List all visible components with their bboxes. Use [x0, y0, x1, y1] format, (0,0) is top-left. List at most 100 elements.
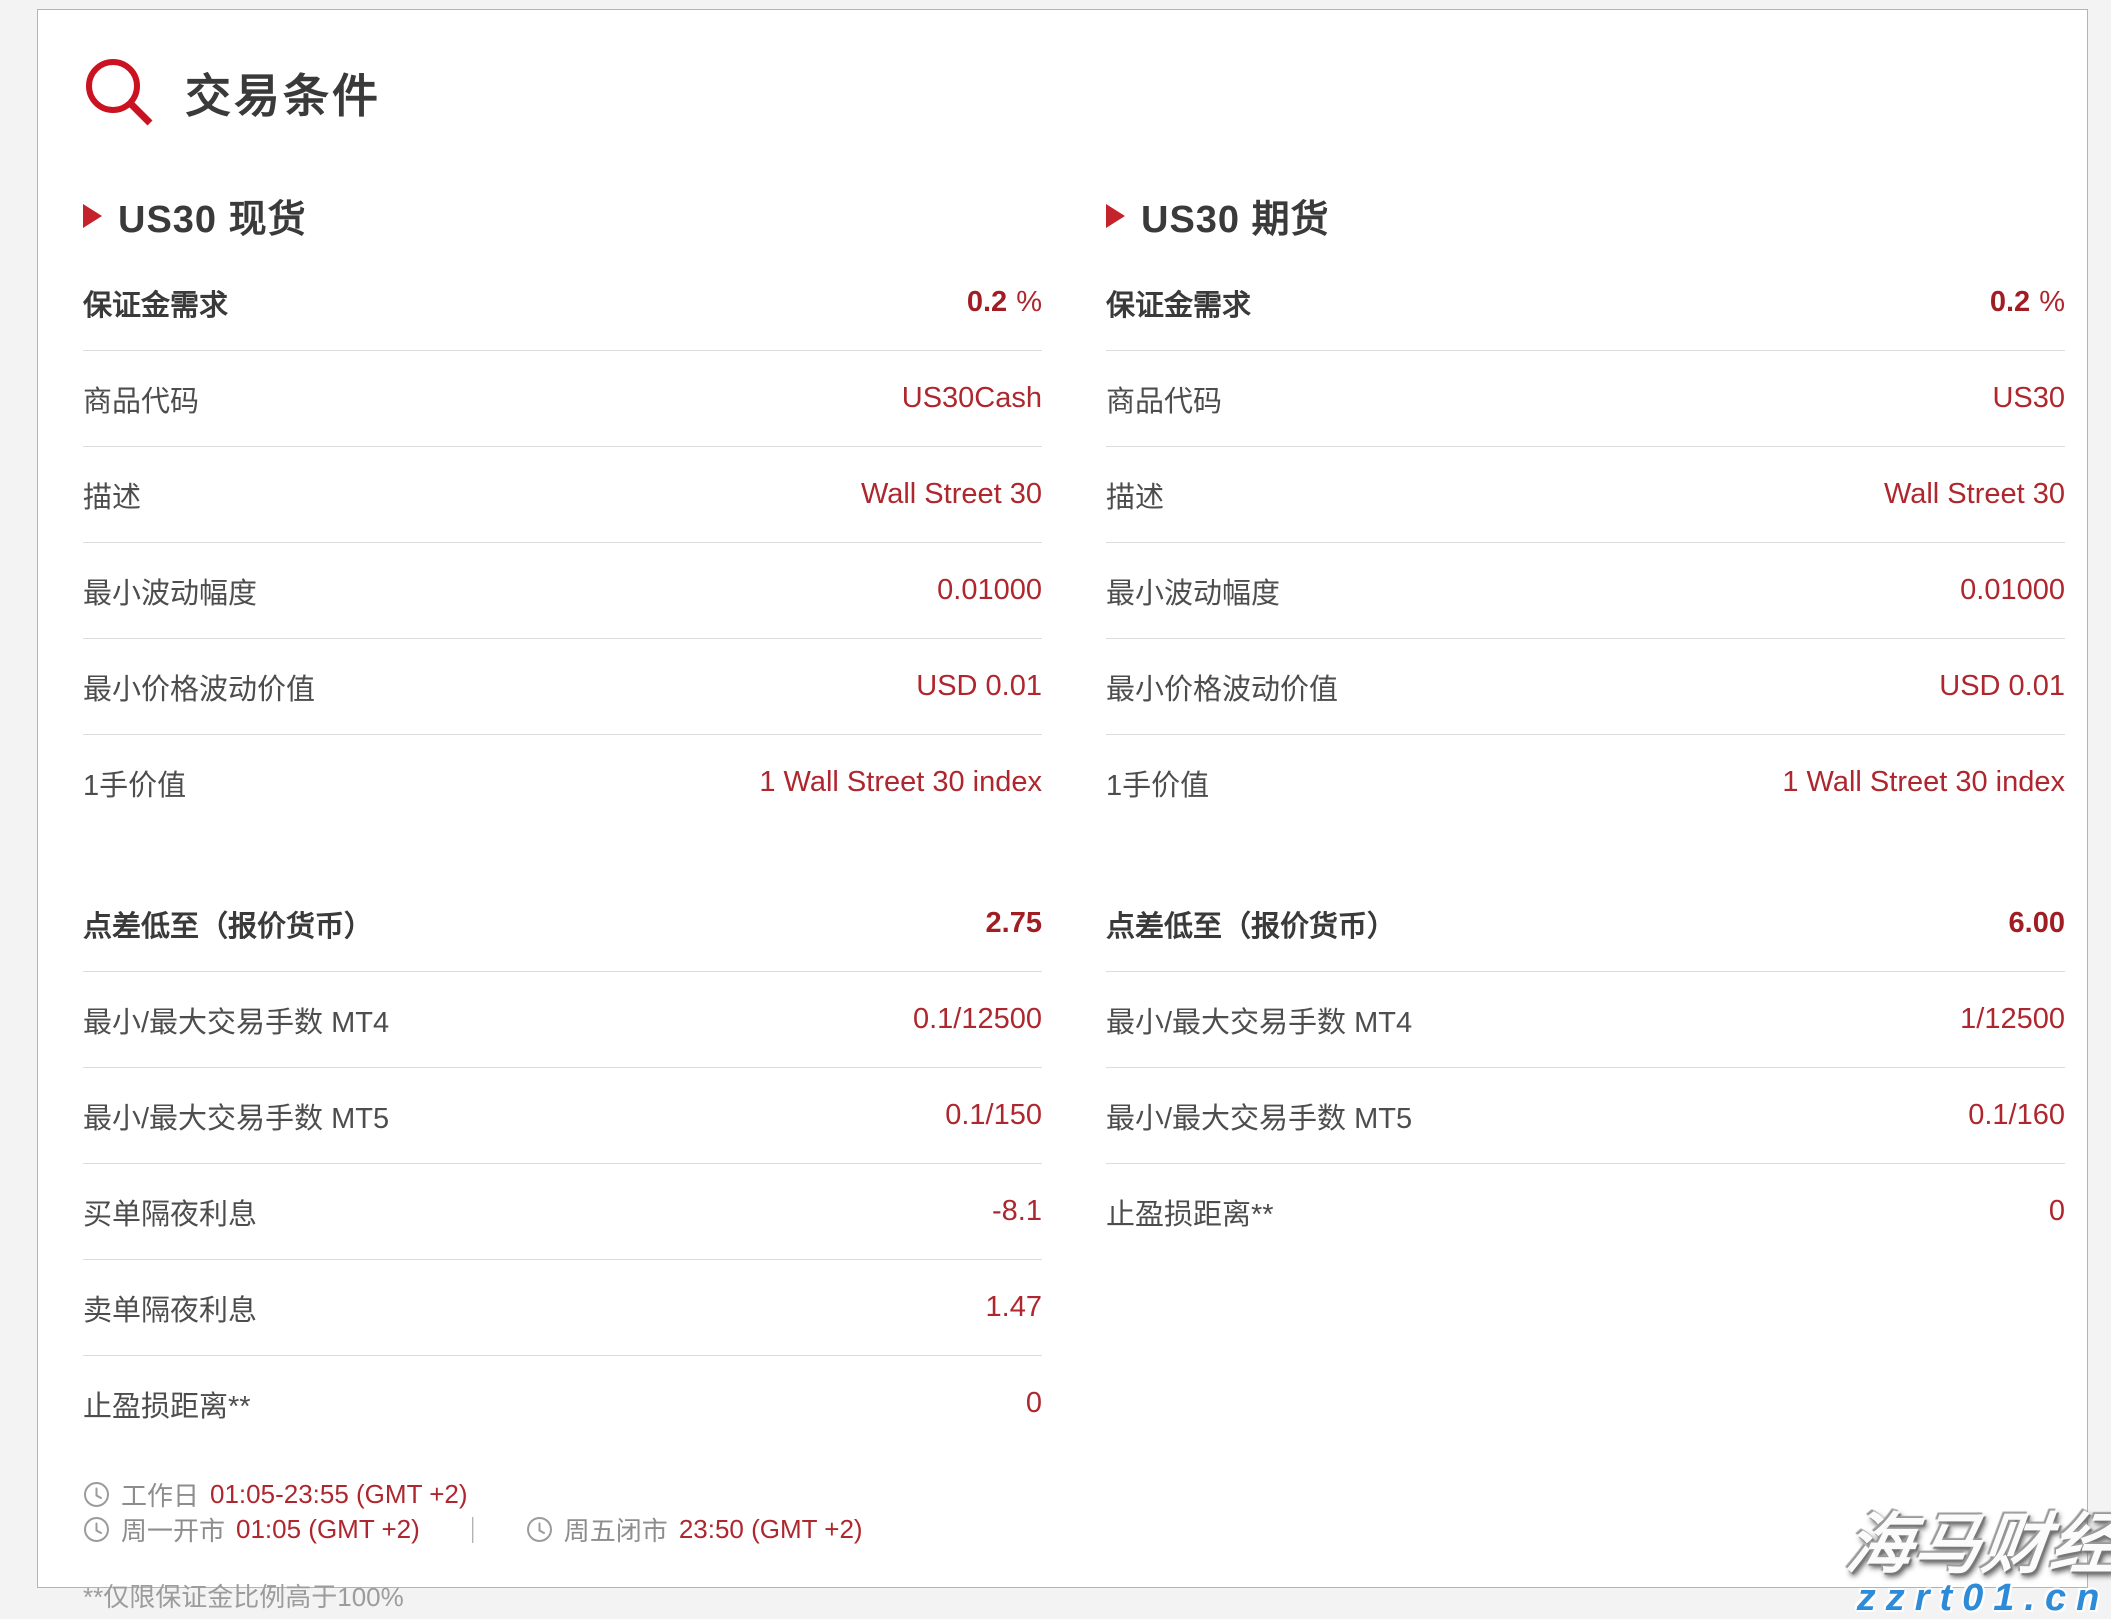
row-label: 最小/最大交易手数 MT4 [83, 999, 389, 1041]
row-label: 卖单隔夜利息 [83, 1287, 257, 1329]
row-value: 1 Wall Street 30 index [759, 766, 1042, 799]
row-value: 0 [1026, 1387, 1042, 1420]
row-value: 0.2% [967, 286, 1042, 319]
row-label: 最小/最大交易手数 MT5 [1106, 1095, 1412, 1137]
watermark: 海马财经 zzrt01.cn [1847, 1511, 2111, 1617]
row-label: 保证金需求 [83, 282, 228, 324]
row-value: US30 [1992, 382, 2065, 415]
trading-hours-line: 周一开市 01:05 (GMT +2) ｜ 周五闭市 23:50 (GMT +2… [83, 1512, 1042, 1547]
row-label: 最小价格波动价值 [83, 666, 315, 708]
clock-icon [83, 1516, 110, 1543]
row-value: 0.1/160 [1968, 1099, 2065, 1132]
row-label: 保证金需求 [1106, 282, 1251, 324]
row-value: Wall Street 30 [1884, 478, 2065, 511]
table-row: 最小波动幅度 0.01000 [1106, 543, 2065, 639]
watermark-brand: 海马财经 [1843, 1511, 2111, 1577]
table-row: 最小/最大交易手数 MT5 0.1/160 [1106, 1068, 2065, 1164]
row-label: 最小/最大交易手数 MT5 [83, 1095, 389, 1137]
table-row: 描述 Wall Street 30 [1106, 447, 2065, 543]
row-label: 点差低至（报价货币） [83, 903, 373, 945]
columns-wrapper: US30 现货 保证金需求 0.2% 商品代码 US30Cash 描述 Wall… [83, 188, 2065, 1614]
table-row: 止盈损距离** 0 [1106, 1164, 2065, 1259]
row-value: 0.1/12500 [913, 1003, 1042, 1036]
row-value: 2.75 [986, 907, 1042, 940]
table-row: 商品代码 US30 [1106, 351, 2065, 447]
table-row: 描述 Wall Street 30 [83, 447, 1042, 543]
hours-value: 01:05-23:55 (GMT +2) [210, 1479, 468, 1510]
spec-table-section-1: 保证金需求 0.2% 商品代码 US30 描述 Wall Street 30 最… [1106, 255, 2065, 830]
hours-label: 工作日 [121, 1476, 199, 1513]
row-label: 止盈损距离** [83, 1383, 251, 1425]
spec-table-section-2: 点差低至（报价货币） 6.00 最小/最大交易手数 MT4 1/12500 最小… [1106, 876, 2065, 1259]
trading-hours-line: 工作日 01:05-23:55 (GMT +2) [83, 1477, 1042, 1512]
row-value: Wall Street 30 [861, 478, 1042, 511]
table-row: 1手价值 1 Wall Street 30 index [1106, 735, 2065, 830]
table-row: 点差低至（报价货币） 6.00 [1106, 876, 2065, 972]
column-title: US30 期货 [1141, 188, 1330, 243]
row-label: 商品代码 [1106, 378, 1222, 420]
table-row: 保证金需求 0.2% [1106, 255, 2065, 351]
column-us30-spot: US30 现货 保证金需求 0.2% 商品代码 US30Cash 描述 Wall… [83, 188, 1042, 1614]
row-value: USD 0.01 [916, 670, 1042, 703]
hours-label: 周一开市 [121, 1511, 225, 1548]
table-row: 最小/最大交易手数 MT5 0.1/150 [83, 1068, 1042, 1164]
table-row: 最小/最大交易手数 MT4 1/12500 [1106, 972, 2065, 1068]
row-value: 0.01000 [1960, 574, 2065, 607]
hours-label: 周五闭市 [564, 1511, 668, 1548]
table-row: 最小价格波动价值 USD 0.01 [1106, 639, 2065, 735]
table-row: 最小/最大交易手数 MT4 0.1/12500 [83, 972, 1042, 1068]
row-value: 1/12500 [1960, 1003, 2065, 1036]
row-label: 描述 [1106, 474, 1164, 516]
row-value: 1 Wall Street 30 index [1782, 766, 2065, 799]
row-label: 1手价值 [1106, 762, 1209, 804]
trading-conditions-card: 交易条件 US30 现货 保证金需求 0.2% 商品代码 US30Cash 描述 [37, 9, 2088, 1588]
row-value: 0.2% [1990, 286, 2065, 319]
table-row: 点差低至（报价货币） 2.75 [83, 876, 1042, 972]
row-value: 0.01000 [937, 574, 1042, 607]
footnote: **仅限保证金比例高于100% [83, 1577, 1042, 1614]
table-row: 卖单隔夜利息 1.47 [83, 1260, 1042, 1356]
table-row: 1手价值 1 Wall Street 30 index [83, 735, 1042, 830]
row-label: 1手价值 [83, 762, 186, 804]
page-title: 交易条件 [185, 60, 381, 126]
column-header: US30 期货 [1106, 188, 2065, 243]
row-value: 0.1/150 [945, 1099, 1042, 1132]
triangle-right-icon [1106, 204, 1125, 228]
hours-value: 01:05 (GMT +2) [236, 1514, 420, 1545]
row-label: 最小波动幅度 [1106, 570, 1280, 612]
spec-table-section-2: 点差低至（报价货币） 2.75 最小/最大交易手数 MT4 0.1/12500 … [83, 876, 1042, 1451]
search-icon [83, 56, 157, 130]
column-us30-futures: US30 期货 保证金需求 0.2% 商品代码 US30 描述 Wall Str… [1106, 188, 2065, 1614]
row-label: 商品代码 [83, 378, 199, 420]
row-value: 1.47 [986, 1291, 1042, 1324]
row-label: 最小/最大交易手数 MT4 [1106, 999, 1412, 1041]
row-label: 最小价格波动价值 [1106, 666, 1338, 708]
clock-icon [83, 1481, 110, 1508]
table-row: 保证金需求 0.2% [83, 255, 1042, 351]
separator: ｜ [460, 1511, 486, 1548]
table-row: 买单隔夜利息 -8.1 [83, 1164, 1042, 1260]
trading-hours: 工作日 01:05-23:55 (GMT +2) 周一开市 01:05 (GMT… [83, 1477, 1042, 1614]
row-value: 0 [2049, 1195, 2065, 1228]
row-value: US30Cash [902, 382, 1042, 415]
table-row: 止盈损距离** 0 [83, 1356, 1042, 1451]
column-header: US30 现货 [83, 188, 1042, 243]
table-row: 最小波动幅度 0.01000 [83, 543, 1042, 639]
spec-table-section-1: 保证金需求 0.2% 商品代码 US30Cash 描述 Wall Street … [83, 255, 1042, 830]
row-label: 最小波动幅度 [83, 570, 257, 612]
row-label: 描述 [83, 474, 141, 516]
row-value: -8.1 [992, 1195, 1042, 1228]
watermark-site: zzrt01.cn [1847, 1579, 2111, 1617]
column-title: US30 现货 [118, 188, 307, 243]
triangle-right-icon [83, 204, 102, 228]
row-label: 止盈损距离** [1106, 1191, 1274, 1233]
hours-value: 23:50 (GMT +2) [679, 1514, 863, 1545]
table-row: 最小价格波动价值 USD 0.01 [83, 639, 1042, 735]
page-header: 交易条件 [83, 56, 2065, 130]
row-value: USD 0.01 [1939, 670, 2065, 703]
clock-icon [526, 1516, 553, 1543]
table-row: 商品代码 US30Cash [83, 351, 1042, 447]
row-label: 买单隔夜利息 [83, 1191, 257, 1233]
row-label: 点差低至（报价货币） [1106, 903, 1396, 945]
row-value: 6.00 [2009, 907, 2065, 940]
